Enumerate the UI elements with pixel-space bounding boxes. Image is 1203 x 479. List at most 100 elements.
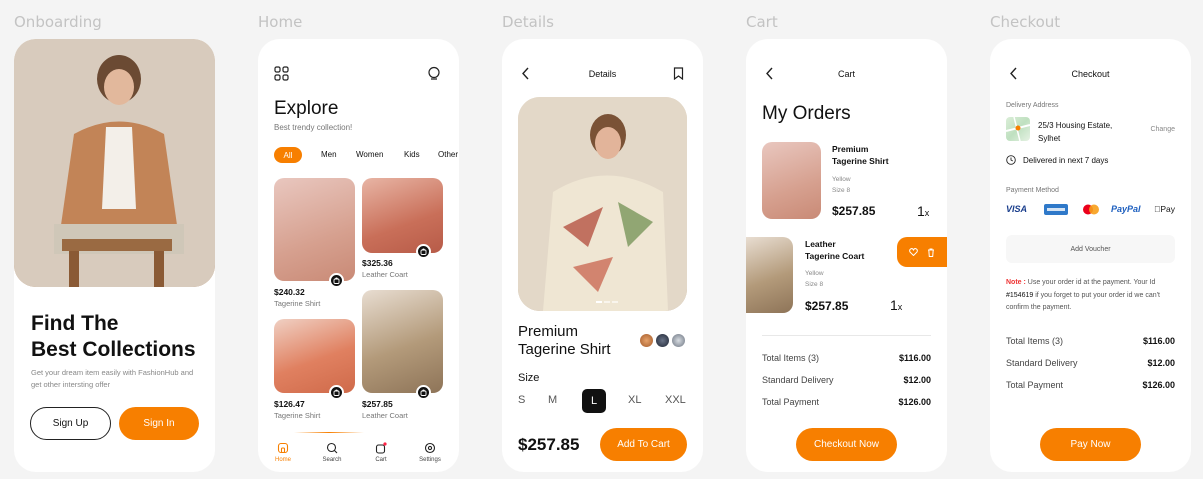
category-men[interactable]: Men — [321, 150, 337, 159]
color-swatch[interactable] — [672, 334, 685, 347]
explore-subtitle: Best trendy collection! — [274, 123, 353, 132]
screen-title-details: Details — [502, 13, 555, 31]
size-s[interactable]: S — [518, 394, 525, 406]
nav-settings[interactable]: Settings — [416, 442, 444, 463]
bag-icon[interactable] — [416, 244, 431, 259]
cart-item-image — [746, 237, 793, 313]
bookmark-icon[interactable] — [673, 67, 684, 80]
product-title-line-1: Premium — [518, 323, 579, 340]
onboarding-subtitle: Get your dream item easily with FashionH… — [31, 368, 194, 389]
size-label: Size — [518, 372, 540, 384]
bag-icon[interactable] — [329, 273, 344, 288]
note-label: Note : — [1006, 279, 1026, 286]
total-items-label: Total Items (3) — [1006, 336, 1064, 346]
product-name: Leather Coart — [362, 411, 408, 420]
add-voucher-button[interactable]: Add Voucher — [1006, 235, 1175, 263]
product-image[interactable] — [362, 178, 443, 253]
screen-title-home: Home — [258, 13, 303, 31]
category-kids[interactable]: Kids — [404, 150, 420, 159]
delivery-time: Delivered in next 7 days — [1023, 156, 1109, 165]
color-swatches — [640, 334, 685, 347]
total-payment-label: Total Payment — [1006, 380, 1064, 390]
size-xl[interactable]: XL — [628, 394, 641, 406]
category-other[interactable]: Other — [438, 150, 458, 159]
change-address-link[interactable]: Change — [1150, 126, 1175, 133]
divider — [762, 335, 931, 336]
order-id: #154619 — [1006, 291, 1034, 299]
cart-item-name-line: Premium — [832, 144, 869, 154]
nav-label: Cart — [375, 457, 387, 463]
total-items-value: $116.00 — [898, 353, 931, 363]
qty-number: 1 — [890, 297, 898, 313]
cart-item-name-line: Tagerine Coart — [805, 251, 865, 261]
bag-icon[interactable] — [329, 385, 344, 400]
cart-item-quantity: 1x — [917, 203, 929, 219]
product-image[interactable] — [362, 290, 443, 393]
hero-model-photo — [14, 39, 215, 287]
bag-icon[interactable] — [416, 385, 431, 400]
nav-cart[interactable]: Cart — [368, 442, 394, 463]
checkout-now-button[interactable]: Checkout Now — [796, 428, 897, 461]
cart-item-size: Size 8 — [805, 281, 824, 288]
cart-header-title: Cart — [837, 69, 855, 79]
nav-search[interactable]: Search — [319, 442, 345, 463]
cart-item-name: Leather Tagerine Coart — [805, 238, 864, 262]
paypal-logo[interactable]: PayPal — [1111, 204, 1141, 214]
cart-item-name-line: Leather — [805, 239, 836, 249]
size-m[interactable]: M — [548, 394, 557, 406]
product-price: $325.36 — [362, 258, 393, 268]
nav-home[interactable]: Home — [270, 442, 296, 463]
qty-x: x — [897, 302, 903, 312]
home-icon — [277, 442, 289, 454]
apple-pay-logo[interactable]: Pay — [1154, 204, 1175, 214]
product-name: Tagerine Shirt — [274, 411, 321, 420]
sign-up-button[interactable]: Sign Up — [30, 407, 111, 440]
product-image[interactable] — [274, 178, 355, 281]
checkout-header-title: Checkout — [1071, 69, 1110, 79]
add-to-cart-button[interactable]: Add To Cart — [600, 428, 687, 461]
product-name: Tagerine Shirt — [274, 299, 321, 308]
delivery-address-label: Delivery Address — [1006, 102, 1059, 109]
qty-number: 1 — [917, 203, 925, 219]
visa-logo[interactable]: VISA — [1006, 204, 1027, 214]
search-icon — [326, 442, 338, 454]
heart-icon[interactable] — [909, 248, 918, 256]
standard-delivery-label: Standard Delivery — [762, 375, 834, 385]
pay-now-button[interactable]: Pay Now — [1040, 428, 1141, 461]
cart-item-color: Yellow — [805, 270, 824, 277]
total-payment-label: Total Payment — [762, 397, 820, 407]
explore-title: Explore — [274, 98, 339, 119]
amex-logo[interactable] — [1044, 204, 1068, 215]
notification-icon[interactable] — [427, 66, 441, 81]
total-payment-value: $126.00 — [898, 397, 931, 407]
product-price: $257.85 — [362, 399, 393, 409]
size-xxl[interactable]: XXL — [665, 394, 686, 406]
product-image[interactable] — [274, 319, 355, 393]
size-l-selected[interactable]: L — [582, 389, 606, 413]
cart-item-color: Yellow — [832, 176, 851, 183]
address-text: 25/3 Housing Estate, Sylhet — [1038, 119, 1112, 145]
product-price: $257.85 — [518, 435, 580, 454]
cart-item-price: $257.85 — [832, 204, 876, 218]
apple-pay-text: Pay — [1154, 204, 1175, 214]
screen-title-checkout: Checkout — [990, 13, 1061, 31]
product-hero-image — [518, 97, 687, 311]
cart-icon — [375, 442, 387, 454]
total-payment-value: $126.00 — [1142, 380, 1175, 390]
address-line: 25/3 Housing Estate, — [1038, 121, 1113, 130]
category-women[interactable]: Women — [356, 150, 383, 159]
cart-item-price: $257.85 — [805, 299, 849, 313]
category-all[interactable]: All — [274, 147, 302, 163]
trash-icon[interactable] — [927, 248, 935, 257]
qty-x: x — [924, 208, 930, 218]
mastercard-logo[interactable] — [1082, 204, 1100, 215]
sign-in-button[interactable]: Sign In — [119, 407, 199, 440]
color-swatch[interactable] — [640, 334, 653, 347]
color-swatch[interactable] — [656, 334, 669, 347]
nav-label: Home — [274, 457, 291, 463]
nav-indicator — [294, 432, 364, 433]
grid-menu-icon[interactable] — [274, 66, 289, 81]
standard-delivery-value: $12.00 — [1147, 358, 1175, 368]
payment-note: Note : Use your order id at the payment.… — [1006, 277, 1178, 315]
onboarding-title: Find The Best Collections — [31, 311, 196, 363]
